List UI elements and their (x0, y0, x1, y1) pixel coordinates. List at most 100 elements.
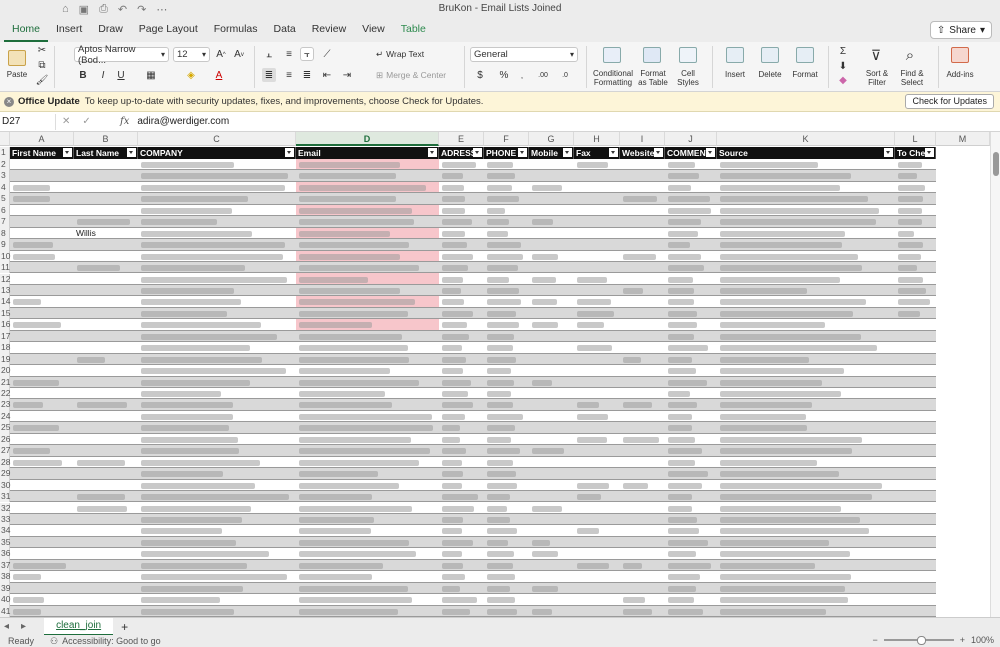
table-row[interactable] (10, 170, 936, 182)
table-row[interactable] (10, 239, 936, 251)
cell-last-name[interactable] (74, 583, 138, 594)
row-number[interactable]: 21 (0, 376, 10, 388)
add-sheet-icon[interactable]: + (121, 620, 128, 634)
zoom-out-icon[interactable]: − (872, 635, 877, 645)
row-number[interactable]: 27 (0, 445, 10, 457)
tab-page-layout[interactable]: Page Layout (131, 18, 206, 42)
font-size-select[interactable]: 12 ▾ (173, 47, 210, 62)
table-row[interactable] (10, 216, 936, 228)
format-painter-icon[interactable]: 🖌 (36, 74, 49, 86)
cell-first-name[interactable] (10, 228, 74, 239)
align-middle-icon[interactable]: ≡ (282, 47, 296, 61)
insert-cells-icon[interactable] (725, 45, 745, 65)
cell-last-name[interactable] (74, 514, 138, 525)
cell-last-name[interactable] (74, 251, 138, 262)
row-number[interactable]: 36 (0, 548, 10, 560)
check-for-updates-button[interactable]: Check for Updates (905, 94, 994, 109)
cell-last-name[interactable] (74, 480, 138, 491)
chevron-left-icon[interactable]: ◂ (4, 621, 9, 632)
table-row[interactable]: Willis (10, 228, 936, 240)
confirm-icon[interactable]: ✓ (82, 116, 90, 127)
zoom-slider[interactable] (883, 636, 954, 645)
cell-last-name[interactable] (74, 468, 138, 479)
row-number[interactable]: 28 (0, 456, 10, 469)
table-row[interactable] (10, 399, 936, 411)
table-row[interactable] (10, 594, 936, 606)
row-number[interactable]: 32 (0, 502, 10, 514)
column-header-c[interactable]: C (138, 132, 296, 146)
zoom-level[interactable]: 100% (971, 635, 994, 645)
cell-last-name[interactable] (74, 537, 138, 548)
column-header-l[interactable]: L (895, 132, 936, 146)
conditional-formatting-icon[interactable] (602, 45, 622, 65)
row-number[interactable]: 13 (0, 284, 10, 297)
table-row[interactable] (10, 536, 936, 549)
row-number[interactable]: 26 (0, 433, 10, 446)
cell-last-name[interactable] (74, 388, 138, 399)
select-all-corner[interactable] (0, 132, 10, 146)
row-number[interactable]: 20 (0, 365, 10, 377)
spreadsheet-grid[interactable]: A B C D E F G H I J K L M 1 First Name L… (0, 132, 1000, 617)
column-header-m[interactable]: M (936, 132, 990, 146)
column-header-d[interactable]: D (296, 132, 439, 146)
row-number[interactable]: 10 (0, 250, 10, 263)
table-row[interactable] (10, 491, 936, 503)
tab-table[interactable]: Table (393, 18, 434, 42)
row-number[interactable]: 40 (0, 594, 10, 606)
formula-input[interactable]: adira@werdiger.com (137, 116, 229, 127)
header-adress[interactable]: ADRESS (439, 147, 484, 159)
filter-dropdown-icon[interactable] (473, 148, 482, 157)
find-select-icon[interactable]: ⌕ (900, 45, 920, 65)
cell-last-name[interactable] (74, 239, 138, 250)
autosum-icon[interactable]: Σ (836, 44, 850, 58)
cell-first-name[interactable] (10, 548, 74, 559)
table-row[interactable] (10, 251, 936, 263)
table-row[interactable] (10, 296, 936, 308)
row-number[interactable]: 5 (0, 193, 10, 205)
filter-dropdown-icon[interactable] (428, 148, 437, 157)
table-row[interactable] (10, 571, 936, 583)
cell-last-name[interactable] (74, 571, 138, 582)
scrollbar-thumb[interactable] (993, 152, 999, 176)
table-row[interactable] (10, 411, 936, 423)
cell-first-name[interactable] (10, 583, 74, 594)
filter-dropdown-icon[interactable] (285, 148, 294, 157)
merge-center-button[interactable]: ⊞ Merge & Center (376, 68, 460, 82)
filter-dropdown-icon[interactable] (63, 148, 72, 157)
cell-last-name[interactable] (74, 445, 138, 456)
cell-last-name[interactable] (74, 342, 138, 353)
table-row[interactable] (10, 480, 936, 492)
table-row[interactable] (10, 548, 936, 560)
table-row[interactable] (10, 434, 936, 446)
cell-first-name[interactable] (10, 205, 74, 216)
cell-last-name[interactable] (74, 274, 138, 285)
column-header-b[interactable]: B (74, 132, 138, 146)
format-as-table-icon[interactable] (642, 45, 662, 65)
row-number[interactable]: 30 (0, 479, 10, 492)
table-row[interactable] (10, 262, 936, 274)
cell-first-name[interactable] (10, 331, 74, 342)
cell-last-name[interactable] (74, 377, 138, 388)
cell-first-name[interactable] (10, 354, 74, 365)
column-header-a[interactable]: A (10, 132, 74, 146)
cell-last-name[interactable] (74, 548, 138, 559)
font-color-icon[interactable]: A (212, 68, 226, 82)
row-number[interactable]: 23 (0, 399, 10, 411)
align-top-icon[interactable]: ⫠ (262, 47, 276, 61)
filter-dropdown-icon[interactable] (609, 148, 618, 157)
fill-color-icon[interactable]: ◈ (184, 68, 198, 82)
cell-last-name[interactable] (74, 560, 138, 571)
row-number[interactable]: 2 (0, 159, 10, 171)
chevron-right-icon[interactable]: ▸ (21, 621, 26, 632)
increase-decimal-icon[interactable]: .00 (534, 68, 552, 82)
filter-dropdown-icon[interactable] (884, 148, 893, 157)
row-number[interactable]: 22 (0, 388, 10, 400)
header-email[interactable]: Email (296, 147, 439, 159)
row-number[interactable]: 16 (0, 319, 10, 331)
wrap-text-button[interactable]: ↵ Wrap Text (376, 47, 460, 61)
copy-icon[interactable]: ⧉ (36, 59, 48, 71)
cell-last-name[interactable] (74, 159, 138, 170)
row-number[interactable]: 11 (0, 262, 10, 274)
cut-icon[interactable]: ✂ (36, 44, 48, 56)
increase-indent-icon[interactable]: ⇥ (340, 68, 354, 82)
